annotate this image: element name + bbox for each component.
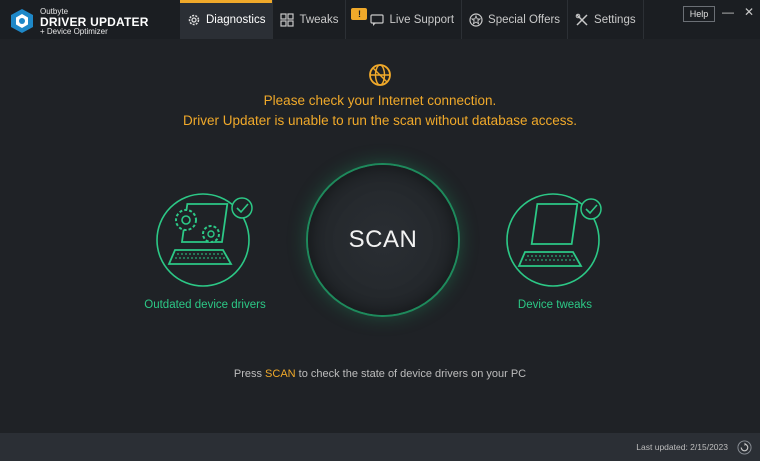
grid-icon <box>280 12 295 27</box>
tab-tweaks[interactable]: Tweaks <box>273 0 347 39</box>
scan-button[interactable]: SCAN <box>308 165 458 315</box>
tab-live-support[interactable]: ! Live Support <box>346 0 463 39</box>
connection-warning: Please check your Internet connection. <box>263 93 497 108</box>
refresh-icon[interactable] <box>737 440 752 455</box>
minimize-icon[interactable]: — <box>722 5 734 19</box>
laptop-icon <box>506 193 602 287</box>
tab-label: Settings <box>594 13 636 26</box>
title-bar: Outbyte DRIVER UPDATER + Device Optimize… <box>0 0 760 39</box>
brand-subtitle: + Device Optimizer <box>40 27 108 36</box>
laptop-gears-icon <box>156 193 253 287</box>
tab-special-offers[interactable]: Special Offers <box>462 0 569 39</box>
alert-badge: ! <box>351 8 368 20</box>
tab-label: Special Offers <box>488 13 561 26</box>
gear-icon <box>188 14 200 25</box>
globe-icon <box>369 64 391 86</box>
tab-label: Live Support <box>389 13 455 26</box>
hint-prefix: Press <box>233 368 266 380</box>
database-warning: Driver Updater is unable to run the scan… <box>183 113 577 128</box>
status-bar: Last updated: 2/15/2023 <box>0 433 760 461</box>
scan-hint: Press SCAN to check the state of device … <box>0 368 760 380</box>
app-logo: Outbyte DRIVER UPDATER + Device Optimize… <box>9 6 179 36</box>
tab-label: Tweaks <box>299 13 339 26</box>
tab-label: Diagnostics <box>206 13 266 26</box>
outdated-drivers-label: Outdated device drivers <box>144 299 266 311</box>
star-icon <box>469 12 483 27</box>
chat-icon <box>370 13 385 26</box>
tab-settings[interactable]: Settings <box>568 0 644 39</box>
help-button[interactable]: Help <box>683 6 715 22</box>
hint-keyword: SCAN <box>265 368 296 380</box>
hint-suffix: to check the state of device drivers on … <box>295 368 527 380</box>
scan-button-label: SCAN <box>348 226 418 253</box>
tools-icon <box>575 13 588 26</box>
device-tweaks-label: Device tweaks <box>517 299 593 311</box>
tab-diagnostics[interactable]: Diagnostics <box>180 0 274 39</box>
close-icon[interactable]: ✕ <box>744 5 754 19</box>
main-tabs: Diagnostics Tweaks ! Live Support Specia… <box>180 0 644 39</box>
logo-icon <box>11 9 33 33</box>
last-updated: Last updated: 2/15/2023 <box>636 442 728 452</box>
